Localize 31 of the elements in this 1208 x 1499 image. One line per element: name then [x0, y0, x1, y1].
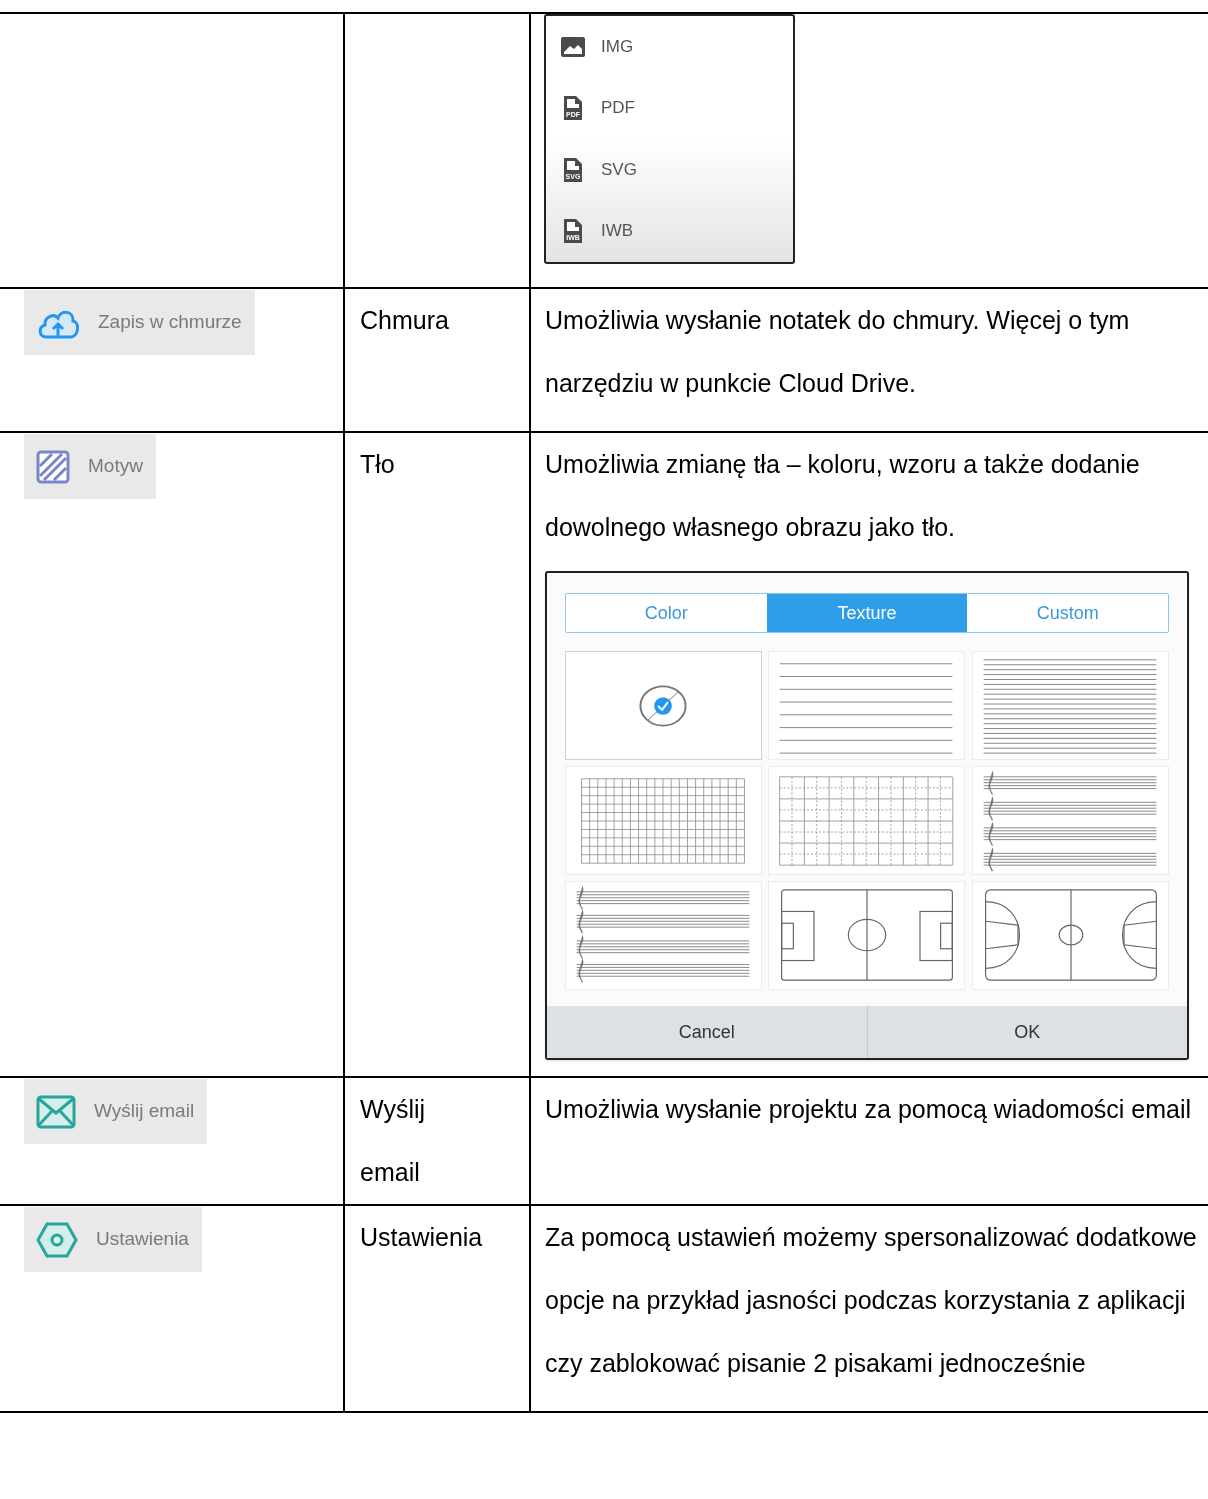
- texture-tile[interactable]: [971, 651, 1169, 760]
- tab[interactable]: Texture: [766, 594, 968, 632]
- texture-tile[interactable]: [971, 881, 1169, 990]
- menu-item[interactable]: IMG: [560, 33, 634, 60]
- tab[interactable]: Color: [566, 594, 767, 632]
- description: Umożliwia wysłanie notatek do chmury. Więcej o tym narzędziu w punkcie Cloud Drive.: [545, 305, 1131, 399]
- function-name: Ustawienia: [360, 1222, 484, 1253]
- function-name: Wyślij email: [360, 1094, 427, 1188]
- tab[interactable]: Custom: [967, 594, 1168, 632]
- dialog-button[interactable]: OK: [866, 1006, 1187, 1058]
- description: Umożliwia wysłanie projektu za pomocą wiadomości email: [545, 1094, 1193, 1125]
- texture-tile[interactable]: [768, 766, 966, 875]
- toolbar-button[interactable]: Zapis w chmurze: [24, 290, 255, 355]
- texture-tile[interactable]: [565, 651, 762, 760]
- hatched-square-icon: [36, 449, 70, 484]
- description: Za pomocą ustawień możemy spersonalizować dodatkowe opcje na przykład jasności podczas korzystania z aplikacji czy zablokować pisanie 2 pisakami jednocześnie: [545, 1222, 1198, 1379]
- texture-tile[interactable]: [565, 766, 762, 875]
- texture-tile[interactable]: [971, 766, 1169, 875]
- toolbar-button[interactable]: Wyślij email: [24, 1079, 208, 1144]
- mail-icon: [36, 1094, 76, 1129]
- function-name: Chmura: [360, 305, 450, 336]
- texture-tile[interactable]: [768, 881, 966, 990]
- settings-icon: [36, 1220, 78, 1259]
- image-icon: [560, 35, 586, 58]
- toolbar-button[interactable]: Ustawienia: [24, 1207, 202, 1272]
- description: Umożliwia zmianę tła – koloru, wzoru a także dodanie dowolnego własnego obrazu jako tło.: [545, 449, 1141, 543]
- texture-tile[interactable]: [768, 651, 966, 760]
- dialog-button[interactable]: Cancel: [547, 1006, 867, 1058]
- function-name: Tło: [360, 449, 396, 480]
- texture-tile[interactable]: [565, 881, 762, 990]
- toolbar-button[interactable]: Motyw: [24, 434, 156, 499]
